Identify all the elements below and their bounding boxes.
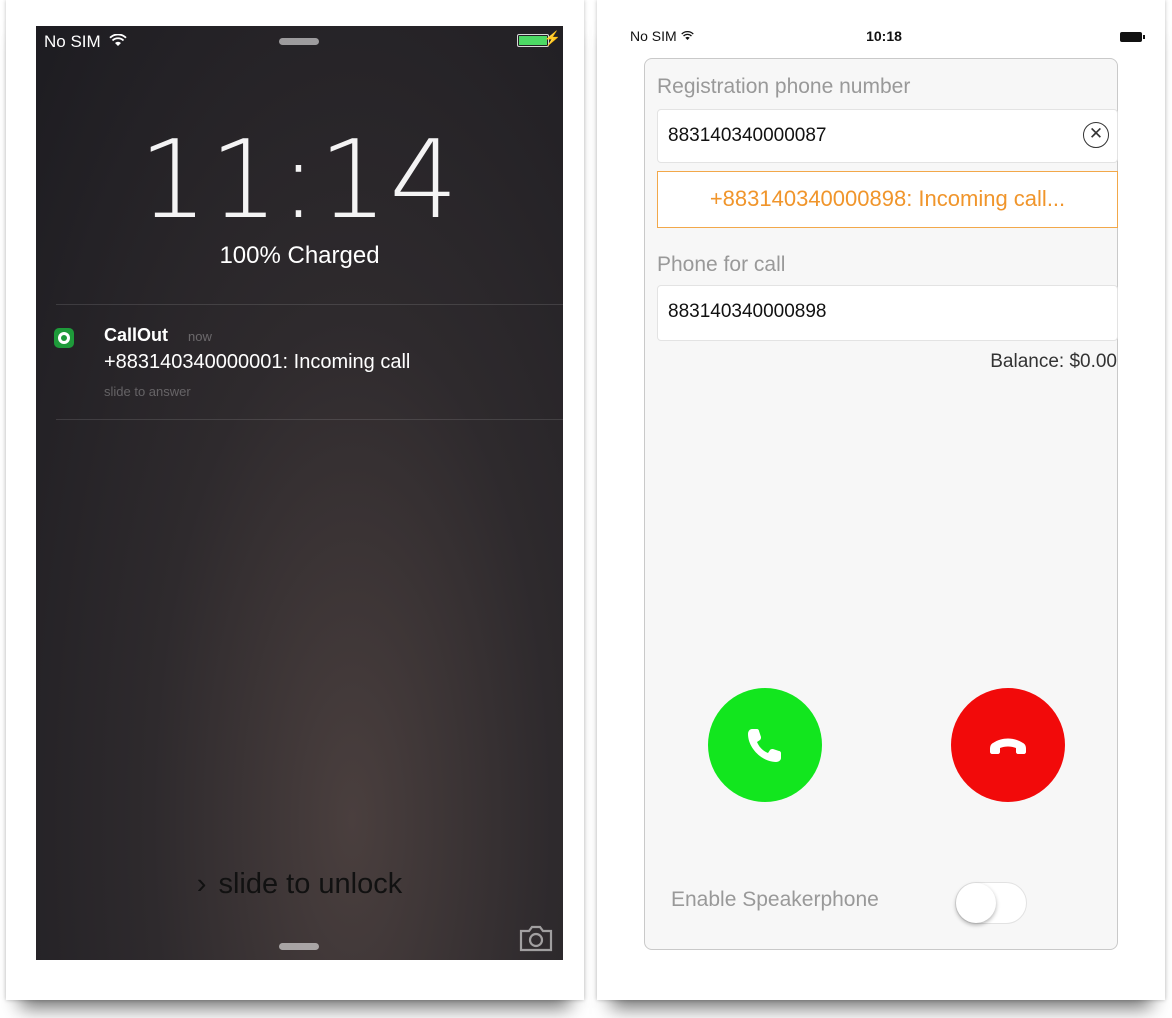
callout-app-icon [54, 328, 74, 348]
divider [56, 419, 563, 420]
notification-app-name: CallOut [104, 325, 169, 345]
chevron-right-icon: › [196, 868, 207, 900]
phone-for-call-value: 883140340000898 [668, 301, 827, 322]
camera-icon[interactable] [518, 924, 554, 952]
lock-screen-card: No SIM ⚡ 11:14 100% Charged CallOut now … [6, 0, 584, 1000]
speakerphone-toggle[interactable] [955, 882, 1027, 924]
app-panel: Registration phone number 88314034000008… [644, 58, 1118, 950]
charge-status: 100% Charged [219, 242, 380, 269]
decline-call-button[interactable] [951, 688, 1065, 802]
lock-screen: No SIM ⚡ 11:14 100% Charged CallOut now … [36, 26, 563, 960]
notification-message[interactable]: +883140340000001: Incoming call [104, 351, 410, 374]
carrier-label: No SIM [44, 32, 101, 51]
app-screen-card: No SIM 10:18 Registration phone number 8… [597, 0, 1165, 1000]
notification-action[interactable]: slide to answer [104, 384, 191, 399]
notification-time: now [188, 329, 212, 344]
phone-for-call-field[interactable]: 883140340000898 [657, 285, 1118, 341]
phone-hangup-icon [990, 738, 1026, 754]
phone-for-call-label: Phone for call [657, 253, 786, 276]
battery-icon [1120, 32, 1145, 42]
registration-phone-value: 883140340000087 [668, 125, 827, 146]
accept-call-button[interactable] [708, 688, 822, 802]
registration-phone-field[interactable]: 883140340000087 ✕ [657, 109, 1118, 163]
lock-time: 11:14 [138, 118, 461, 243]
status-bar-carrier: No SIM [44, 32, 127, 52]
divider [56, 304, 563, 305]
wifi-icon [105, 33, 127, 51]
balance-label: Balance: $0.00 [990, 351, 1117, 372]
notification-center-grabber[interactable] [279, 38, 319, 45]
status-bar-time: 10:18 [866, 28, 902, 44]
callout-app-screen: No SIM 10:18 Registration phone number 8… [624, 26, 1164, 960]
slide-to-unlock[interactable]: › slide to unlock [36, 868, 563, 901]
call-status-banner: +883140340000898: Incoming call... [657, 171, 1118, 228]
speakerphone-label: Enable Speakerphone [671, 888, 879, 911]
clear-glyph: ✕ [1088, 124, 1104, 143]
unlock-label: slide to unlock [218, 868, 403, 900]
control-center-grabber[interactable] [279, 943, 319, 950]
toggle-knob [956, 883, 996, 923]
registration-label: Registration phone number [657, 75, 911, 98]
charging-bolt-icon: ⚡ [543, 30, 561, 46]
phone-accept-icon [748, 729, 781, 762]
clear-circle-icon[interactable]: ✕ [1083, 122, 1109, 148]
